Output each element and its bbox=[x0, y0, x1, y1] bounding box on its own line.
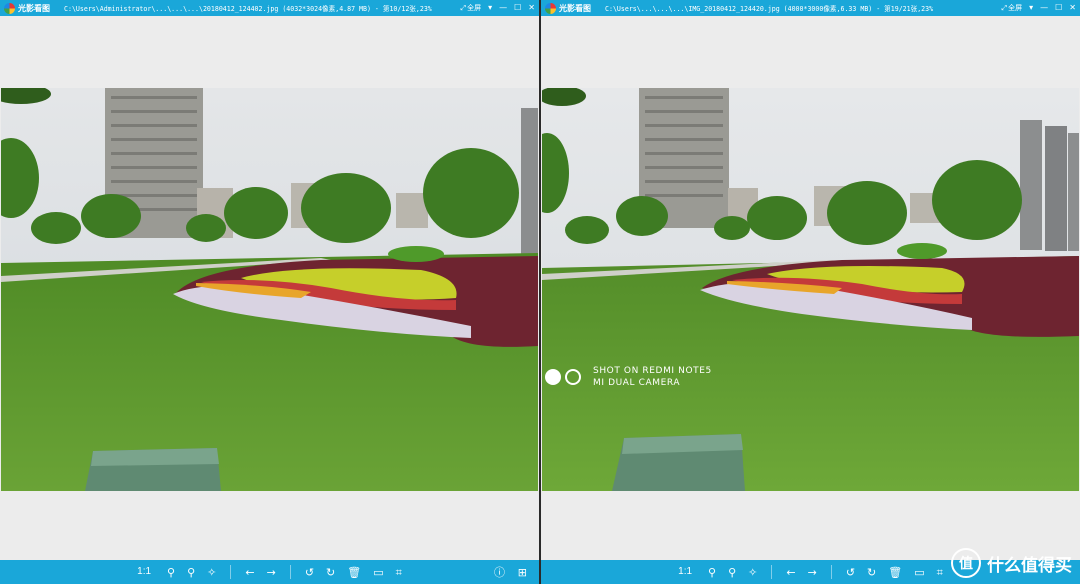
menu-dropdown-icon[interactable]: ▾ bbox=[1029, 4, 1033, 12]
lens-ring-icon bbox=[565, 369, 581, 385]
app-logo-icon bbox=[545, 2, 556, 14]
lens-filled-icon bbox=[545, 369, 561, 385]
brand-name: 什么值得买 bbox=[987, 555, 1072, 576]
rotate-right-icon[interactable]: ↻ bbox=[326, 567, 335, 578]
toolbar-divider bbox=[230, 565, 232, 579]
watermark-text: SHOT ON REDMI NOTE5 MI DUAL CAMERA bbox=[593, 365, 712, 389]
rotate-left-icon[interactable]: ↺ bbox=[846, 567, 855, 578]
zoom-out-icon[interactable]: ⚲ bbox=[187, 567, 195, 578]
magic-wand-icon[interactable]: ✧ bbox=[207, 567, 216, 578]
delete-icon[interactable]: 🗑 bbox=[347, 567, 361, 578]
actual-size-button[interactable]: 1:1 bbox=[678, 567, 692, 577]
toolbar-divider bbox=[830, 565, 832, 579]
park-photo bbox=[1, 88, 538, 491]
file-path-title: C:\Users\Administrator\...\...\...\20180… bbox=[64, 5, 432, 13]
watermark-line1: SHOT ON REDMI NOTE5 bbox=[593, 366, 712, 376]
folder-icon[interactable]: ▭ bbox=[914, 567, 924, 578]
bottom-toolbar: 1:1 ⚲ ⚲ ✧ ← → ↺ ↻ 🗑 ▭ ⌗ ⓘ ⊞ bbox=[0, 560, 539, 584]
zoom-in-icon[interactable]: ⚲ bbox=[167, 567, 175, 578]
rotate-right-icon[interactable]: ↻ bbox=[867, 567, 876, 578]
minimize-button[interactable]: — bbox=[1040, 4, 1048, 12]
zoom-out-icon[interactable]: ⚲ bbox=[728, 567, 736, 578]
photo-canvas[interactable] bbox=[542, 88, 1079, 491]
window-controls: ⤢全屏 ▾ — ☐ ✕ bbox=[995, 4, 1077, 12]
left-image-viewer: 光影看图 C:\Users\Administrator\...\...\...\… bbox=[0, 0, 539, 584]
crop-icon[interactable]: ⌗ bbox=[396, 567, 402, 578]
magic-wand-icon[interactable]: ✧ bbox=[748, 567, 757, 578]
arrow-left-icon[interactable]: ← bbox=[786, 567, 795, 578]
fullscreen-button[interactable]: ⤢全屏 bbox=[461, 3, 482, 12]
app-name: 光影看图 bbox=[559, 3, 591, 13]
toolbar-divider bbox=[289, 565, 291, 579]
maximize-button[interactable]: ☐ bbox=[1055, 4, 1062, 12]
minimize-button[interactable]: — bbox=[499, 4, 507, 12]
arrow-right-icon[interactable]: → bbox=[808, 567, 817, 578]
brand-watermark: 值 什么值得买 bbox=[951, 548, 1072, 578]
folder-icon[interactable]: ▭ bbox=[373, 567, 383, 578]
arrow-left-icon[interactable]: ← bbox=[245, 567, 254, 578]
zoom-in-icon[interactable]: ⚲ bbox=[708, 567, 716, 578]
arrow-right-icon[interactable]: → bbox=[267, 567, 276, 578]
title-bar[interactable]: 光影看图 C:\Users\Administrator\...\...\...\… bbox=[0, 0, 539, 16]
delete-icon[interactable]: 🗑 bbox=[888, 567, 902, 578]
park-photo bbox=[542, 88, 1079, 491]
maximize-button[interactable]: ☐ bbox=[514, 4, 521, 12]
fullscreen-label: 全屏 bbox=[1008, 3, 1023, 12]
app-name: 光影看图 bbox=[18, 3, 50, 13]
crop-icon[interactable]: ⌗ bbox=[937, 567, 943, 578]
photo-canvas[interactable] bbox=[1, 88, 538, 491]
grid-icon[interactable]: ⊞ bbox=[518, 566, 527, 579]
rotate-left-icon[interactable]: ↺ bbox=[305, 567, 314, 578]
menu-dropdown-icon[interactable]: ▾ bbox=[488, 4, 492, 12]
close-button[interactable]: ✕ bbox=[1069, 4, 1076, 12]
watermark-line2: MI DUAL CAMERA bbox=[593, 378, 681, 388]
close-button[interactable]: ✕ bbox=[528, 4, 535, 12]
actual-size-button[interactable]: 1:1 bbox=[137, 567, 151, 577]
toolbar-divider bbox=[771, 565, 773, 579]
fullscreen-label: 全屏 bbox=[467, 3, 482, 12]
right-image-viewer: 光影看图 C:\Users\...\...\...\IMG_20180412_1… bbox=[541, 0, 1080, 584]
window-controls: ⤢全屏 ▾ — ☐ ✕ bbox=[454, 4, 536, 12]
brand-logo-icon: 值 bbox=[951, 548, 981, 578]
app-logo-icon bbox=[4, 2, 15, 14]
file-path-title: C:\Users\...\...\...\IMG_20180412_124420… bbox=[605, 5, 934, 13]
camera-watermark: SHOT ON REDMI NOTE5 MI DUAL CAMERA bbox=[545, 365, 712, 389]
fullscreen-button[interactable]: ⤢全屏 bbox=[1002, 3, 1023, 12]
title-bar[interactable]: 光影看图 C:\Users\...\...\...\IMG_20180412_1… bbox=[541, 0, 1080, 16]
info-icon[interactable]: ⓘ bbox=[494, 564, 505, 580]
